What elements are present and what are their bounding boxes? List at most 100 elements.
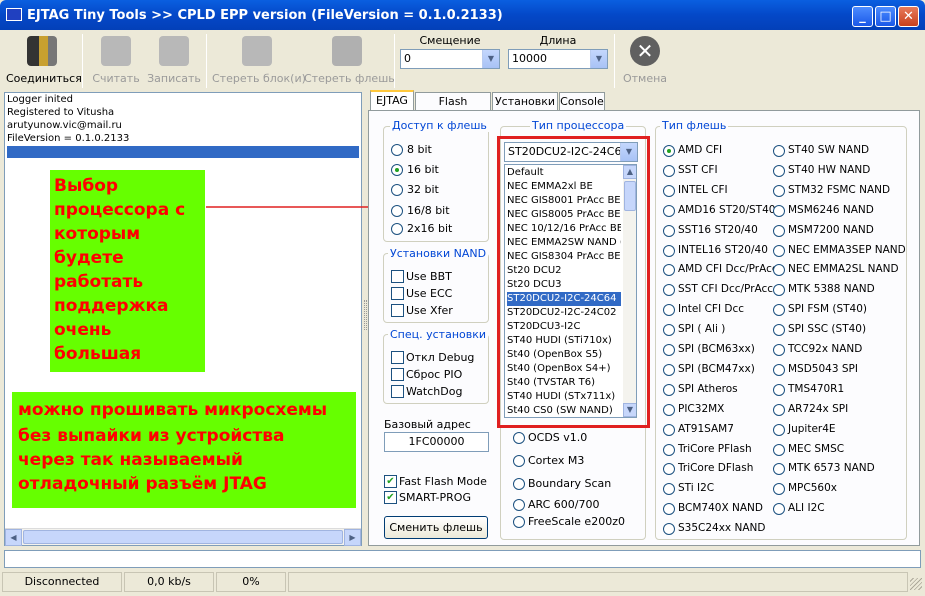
flash-access-title: Доступ к флешь: [390, 119, 489, 132]
change-flash-button[interactable]: Сменить флешь: [384, 516, 488, 539]
annotation-line: будете: [54, 248, 124, 268]
log-line: FileVersion = 0.1.0.2133: [7, 133, 130, 144]
watchdog-checkbox[interactable]: [391, 385, 404, 398]
flash-type-label: NEC EMMA2SL NAND: [788, 263, 899, 276]
flash-type-label: TMS470R1: [788, 382, 845, 395]
tab-settings[interactable]: Установки: [492, 92, 558, 111]
tab-flash-security[interactable]: Flash Security: [415, 92, 491, 125]
processor-radio[interactable]: [513, 478, 525, 490]
flash-type-radio[interactable]: [663, 443, 675, 456]
reset-pio-checkbox[interactable]: [391, 368, 404, 381]
log-line: Logger inited: [7, 94, 73, 105]
connect-button[interactable]: Соединиться: [6, 34, 82, 88]
close-button[interactable]: ✕: [898, 6, 919, 27]
use-bbt-checkbox[interactable]: [391, 270, 404, 283]
flash-type-radio[interactable]: [773, 344, 785, 356]
erase-flash-button[interactable]: Стереть флешь: [304, 34, 395, 88]
write-button[interactable]: Записать: [146, 34, 202, 88]
flash-type-radio[interactable]: [663, 145, 675, 157]
flash-type-radio[interactable]: [773, 423, 785, 436]
chip-erase-icon: [242, 36, 272, 66]
radio-32bit[interactable]: [391, 184, 403, 196]
radio-2x16bit[interactable]: [391, 223, 403, 235]
annotation-line: работать: [54, 272, 144, 292]
use-ecc-checkbox[interactable]: [391, 287, 404, 300]
flash-type-radio[interactable]: [773, 363, 785, 376]
processor-radio[interactable]: [513, 432, 525, 444]
tab-console[interactable]: Console: [559, 92, 605, 111]
length-combo[interactable]: 10000 ▼: [508, 49, 608, 69]
flash-type-radio[interactable]: [663, 383, 675, 396]
processor-radio-label: OCDS v1.0: [528, 431, 588, 444]
flash-type-label: SPI (BCM47xx): [678, 362, 755, 375]
window-title: EJTAG Tiny Tools >> CPLD EPP version (Fi…: [27, 8, 503, 23]
maximize-button[interactable]: □: [875, 6, 896, 27]
flash-type-radio[interactable]: [773, 224, 785, 237]
flash-type-radio[interactable]: [773, 383, 785, 396]
use-xfer-checkbox[interactable]: [391, 304, 404, 317]
flash-type-radio[interactable]: [663, 244, 675, 257]
minimize-button[interactable]: _: [852, 6, 873, 27]
offset-combo[interactable]: 0 ▼: [400, 49, 500, 69]
flash-type-radio[interactable]: [773, 443, 785, 456]
flash-type-radio[interactable]: [773, 244, 785, 257]
flash-type-radio[interactable]: [663, 204, 675, 217]
radio-16bit[interactable]: [391, 164, 403, 176]
nand-settings-title: Установки NAND: [388, 247, 489, 260]
flash-type-radio[interactable]: [663, 403, 675, 416]
flash-type-label: SPI SSC (ST40): [788, 323, 867, 336]
radio-8bit[interactable]: [391, 144, 403, 156]
processor-radio[interactable]: [513, 499, 525, 511]
flash-type-radio[interactable]: [663, 324, 675, 337]
flash-type-radio[interactable]: [773, 184, 785, 197]
log-line: Registered to Vitusha: [7, 107, 115, 118]
annotation-line: отладочный разъём JTAG: [18, 474, 267, 494]
flash-type-label: STi I2C: [678, 482, 715, 495]
flash-type-radio[interactable]: [663, 344, 675, 356]
flash-type-radio[interactable]: [663, 184, 675, 197]
command-input[interactable]: [4, 550, 921, 568]
flash-type-radio[interactable]: [773, 403, 785, 416]
flash-type-radio[interactable]: [773, 324, 785, 337]
flash-type-label: MPC560x: [788, 482, 837, 495]
scroll-right-icon[interactable]: ▶: [344, 529, 361, 546]
flash-type-label: SST CFI: [678, 163, 718, 176]
tab-ejtag[interactable]: EJTAG: [370, 90, 414, 112]
radio-16-8bit[interactable]: [391, 205, 403, 217]
processor-radio-label: ARC 600/700: [528, 498, 600, 511]
processor-radio[interactable]: [513, 516, 525, 528]
resize-grip-icon[interactable]: [910, 578, 922, 590]
smart-prog-checkbox[interactable]: ✔: [384, 491, 397, 504]
annotation-line: которым: [54, 224, 141, 244]
processor-radio-label: FreeScale e200z0: [528, 515, 625, 528]
processor-radio[interactable]: [513, 455, 525, 467]
scroll-thumb[interactable]: [23, 530, 343, 544]
flash-type-radio[interactable]: [773, 145, 785, 157]
radio-label: 32 bit: [407, 183, 439, 196]
annotation-line: процессора с: [54, 200, 186, 220]
checkbox-label: Fast Flash Mode: [399, 475, 487, 488]
horizontal-scrollbar[interactable]: ◀ ▶: [5, 528, 361, 546]
flash-type-radio[interactable]: [773, 204, 785, 217]
chevron-down-icon[interactable]: ▼: [590, 50, 607, 68]
flash-type-label: STM32 FSMC NAND: [788, 183, 891, 196]
flash-type-radio[interactable]: [663, 523, 675, 536]
splitter-handle[interactable]: [364, 300, 367, 330]
debug-off-checkbox[interactable]: [391, 351, 404, 364]
erase-block-button[interactable]: Стереть блок(и): [212, 34, 306, 88]
flash-type-radio[interactable]: [663, 363, 675, 376]
flash-type-radio[interactable]: [663, 224, 675, 237]
fast-flash-mode-checkbox[interactable]: ✔: [384, 475, 397, 488]
scroll-left-icon[interactable]: ◀: [5, 529, 22, 546]
flash-type-label: TriCore PFlash: [678, 442, 752, 455]
flash-type-label: AMD CFI Dcc/PrAcc: [678, 263, 778, 276]
annotation-line: через так называемый: [18, 450, 243, 470]
flash-type-radio[interactable]: [773, 164, 785, 177]
flash-type-radio[interactable]: [663, 423, 675, 436]
base-address-input[interactable]: 1FC00000: [384, 432, 489, 452]
cancel-button[interactable]: ✕ Отмена: [620, 34, 670, 88]
read-button[interactable]: Считать: [90, 34, 142, 88]
flash-type-radio[interactable]: [663, 164, 675, 177]
chevron-down-icon[interactable]: ▼: [482, 50, 499, 68]
connection-status: Disconnected: [2, 572, 122, 592]
